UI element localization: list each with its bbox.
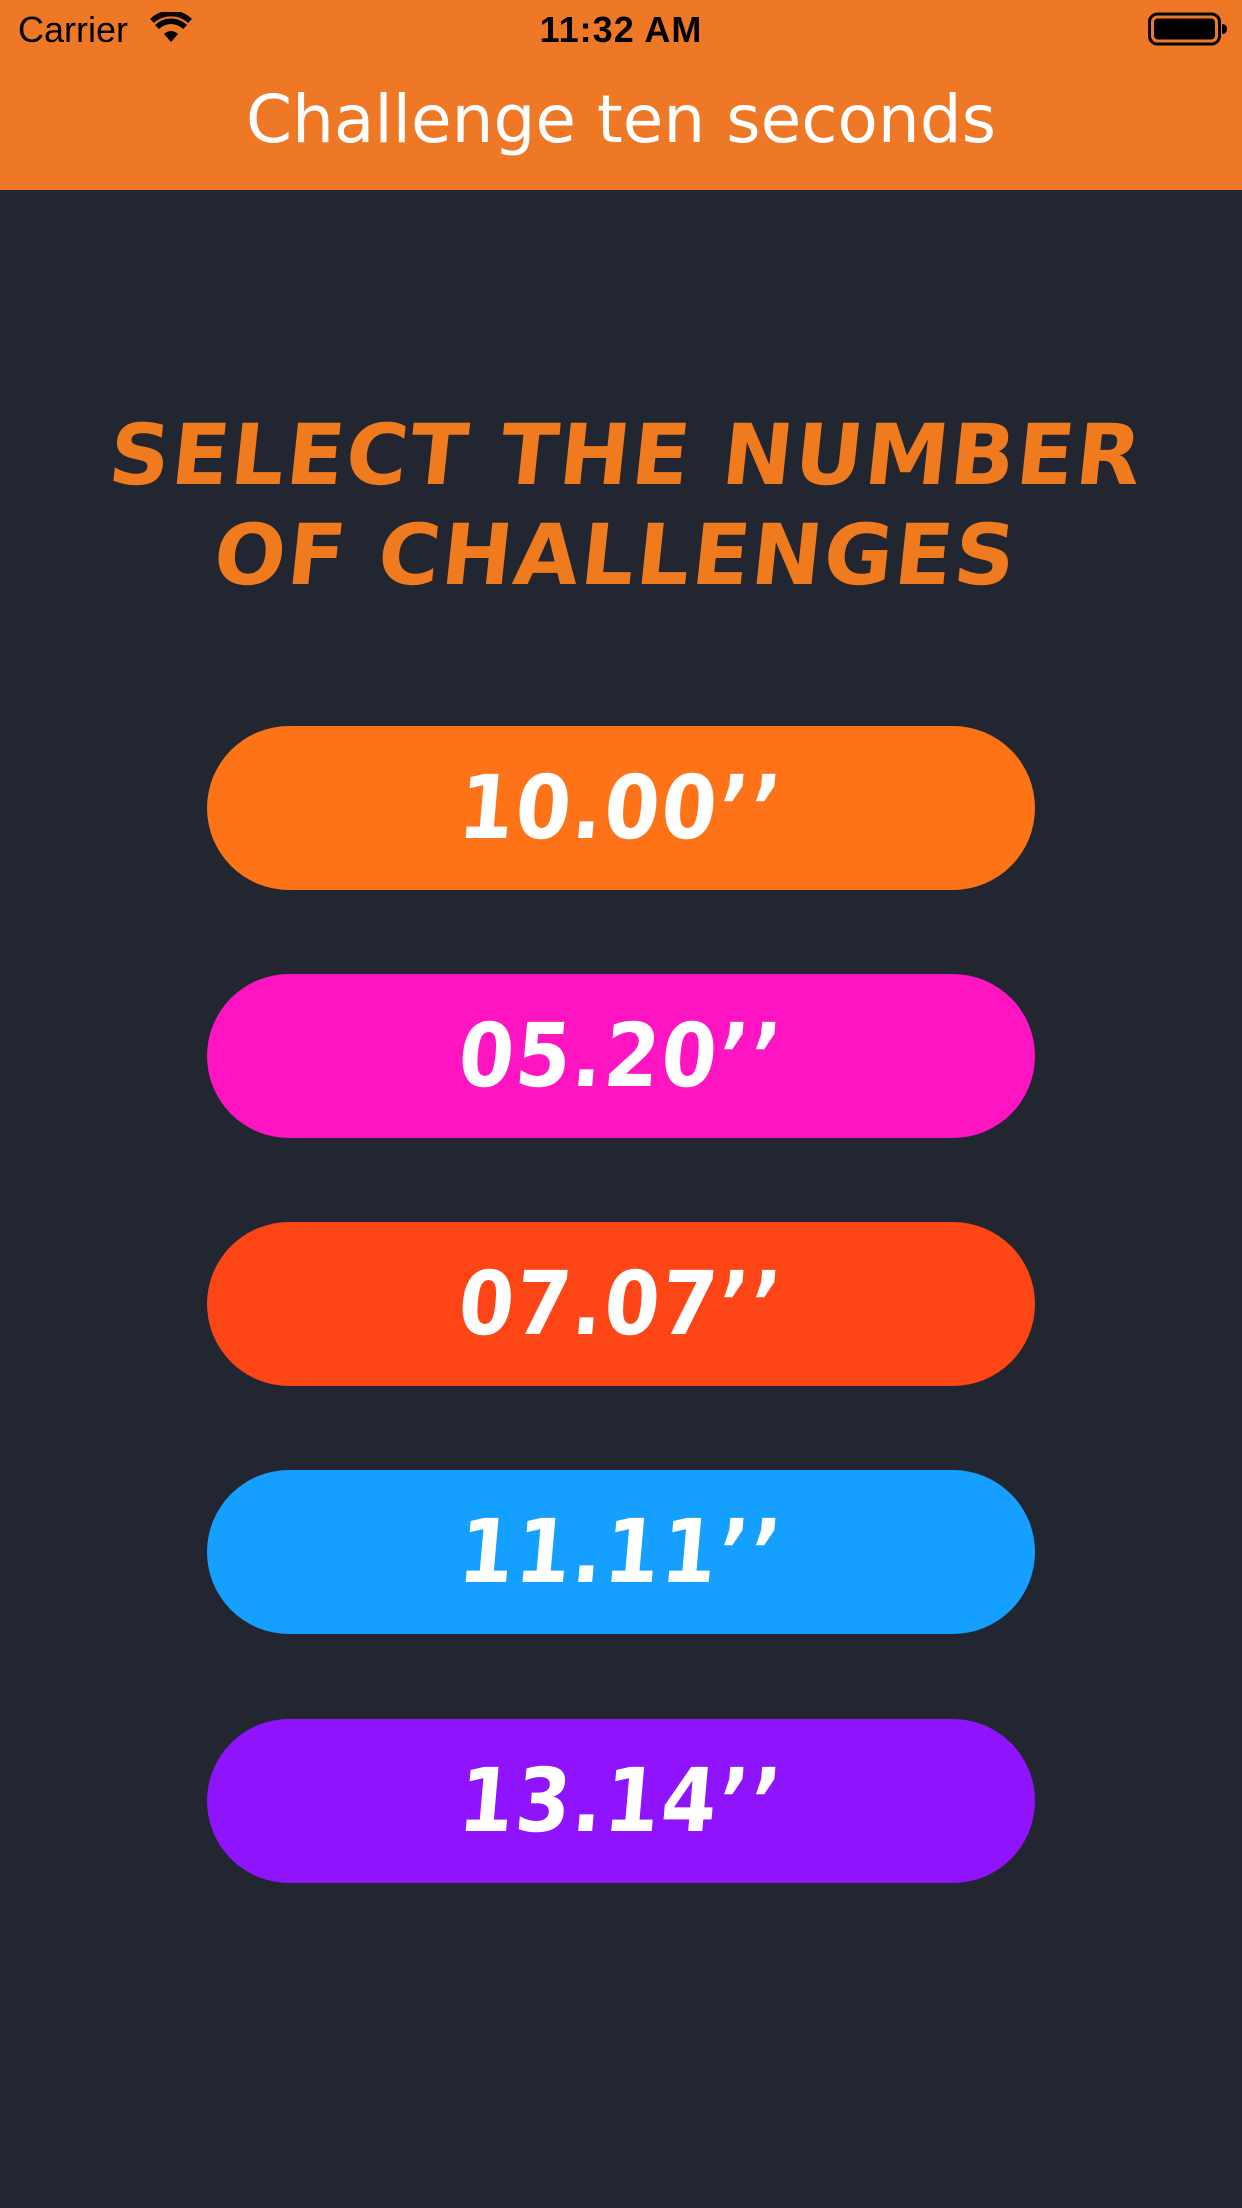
challenge-button-4[interactable]: 11.11’’ <box>207 1470 1035 1634</box>
navigation-bar: Carrier 11:32 AM Challenge ten seconds <box>0 0 1242 190</box>
heading-line-1: SELECT THE NUMBER <box>104 406 1149 504</box>
battery-icon <box>1148 12 1227 46</box>
page-heading: SELECT THE NUMBER OF CHALLENGES <box>69 405 1172 605</box>
challenge-button-label: 05.20’’ <box>454 1004 788 1107</box>
nav-title: Challenge ten seconds <box>245 81 996 158</box>
challenge-button-3[interactable]: 07.07’’ <box>207 1222 1035 1386</box>
status-time: 11:32 AM <box>539 9 703 50</box>
challenge-button-label: 10.00’’ <box>454 756 788 859</box>
challenge-button-label: 13.14’’ <box>454 1749 788 1852</box>
challenge-button-label: 07.07’’ <box>454 1252 788 1355</box>
challenge-button-5[interactable]: 13.14’’ <box>207 1719 1035 1883</box>
challenge-button-1[interactable]: 10.00’’ <box>207 726 1035 890</box>
challenge-button-2[interactable]: 05.20’’ <box>207 974 1035 1138</box>
heading-line-2: OF CHALLENGES <box>209 506 1023 604</box>
challenge-button-label: 11.11’’ <box>454 1500 788 1603</box>
status-bar: Carrier 11:32 AM <box>0 0 1242 60</box>
